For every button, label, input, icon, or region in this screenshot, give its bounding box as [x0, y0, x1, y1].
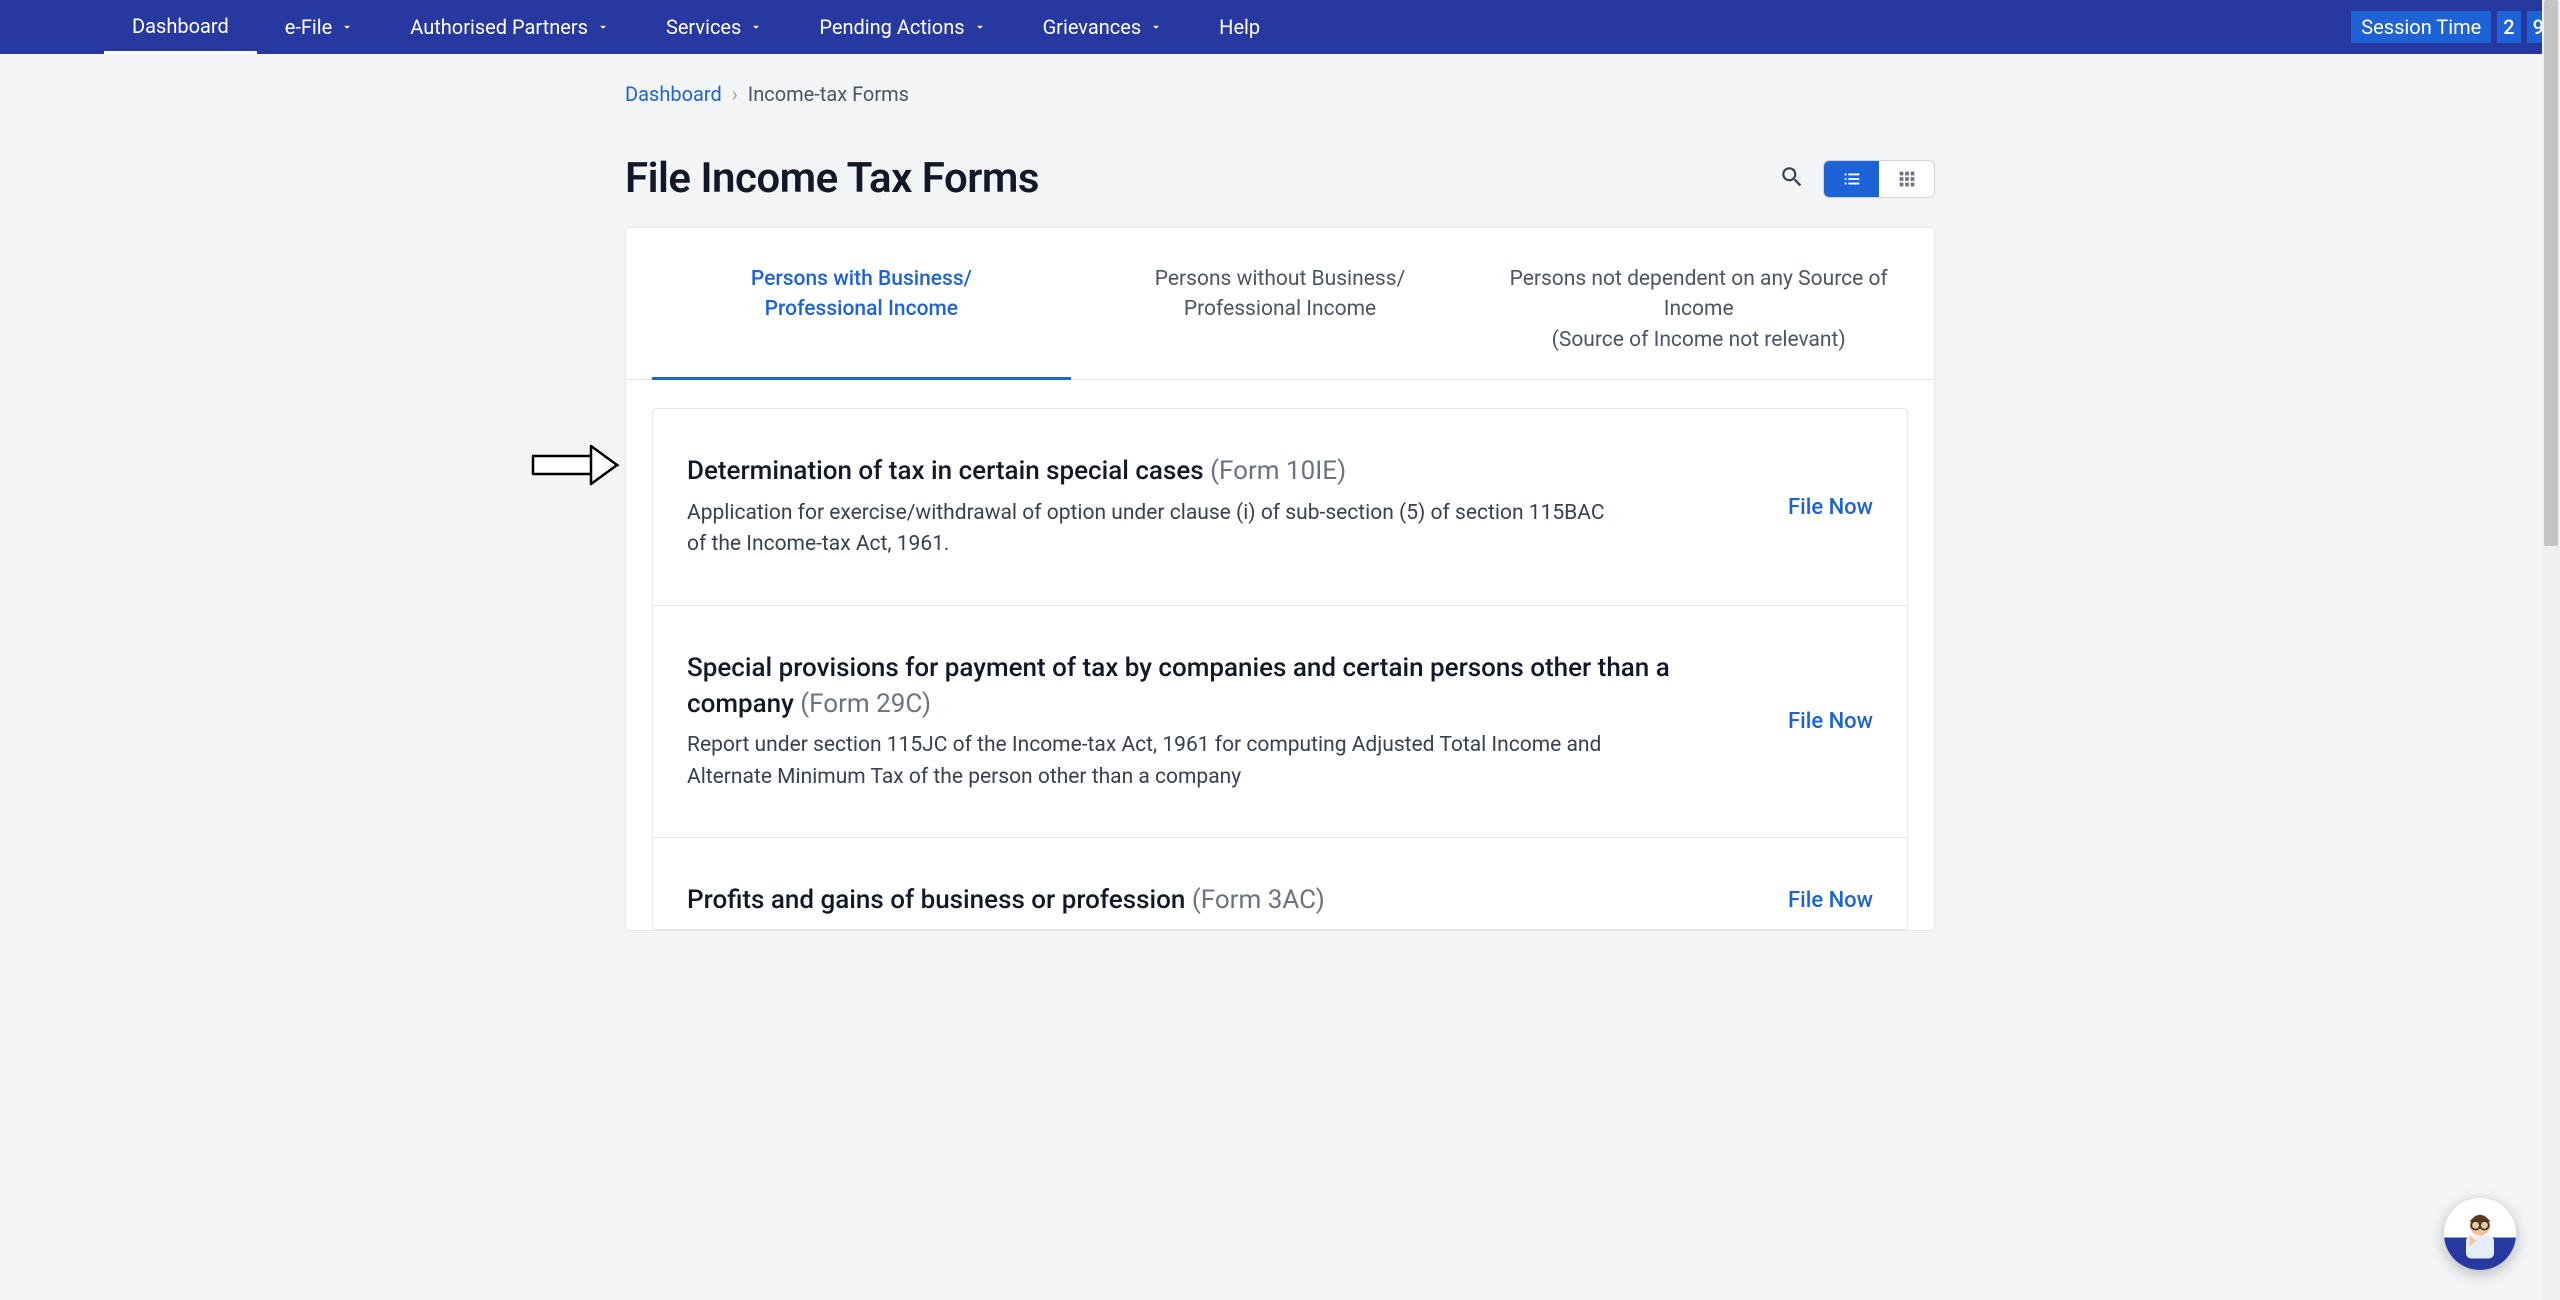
list-view-button[interactable]	[1824, 161, 1879, 197]
file-now-button[interactable]: File Now	[1788, 888, 1873, 913]
nav-label: Pending Actions	[819, 15, 964, 39]
form-row: Profits and gains of business or profess…	[653, 838, 1907, 928]
breadcrumb-sep-icon: ›	[732, 82, 738, 106]
tab-line2: Professional Income	[1184, 297, 1376, 321]
tab-line1: Persons with Business/	[751, 267, 972, 291]
chevron-down-icon	[596, 20, 610, 34]
top-nav: Dashboard e-File Authorised Partners Ser…	[0, 0, 2560, 54]
tab-line2: (Source of Income not relevant)	[1552, 328, 1846, 352]
tab-business-income[interactable]: Persons with Business/Professional Incom…	[652, 228, 1071, 379]
tab-line1: Persons without Business/	[1155, 267, 1405, 291]
nav-label: e-File	[285, 15, 333, 39]
tab-no-business-income[interactable]: Persons without Business/Professional In…	[1071, 228, 1490, 379]
chevron-down-icon	[973, 20, 987, 34]
nav-authorised-partners[interactable]: Authorised Partners	[382, 0, 638, 54]
file-now-button[interactable]: File Now	[1788, 495, 1873, 520]
chevron-down-icon	[340, 20, 354, 34]
session-label: Session Time	[2351, 11, 2491, 43]
nav-pending-actions[interactable]: Pending Actions	[791, 0, 1014, 54]
chevron-down-icon	[749, 20, 763, 34]
session-timer: Session Time 2 9	[2351, 11, 2560, 43]
form-description: Report under section 115JC of the Income…	[687, 730, 1627, 793]
chevron-down-icon	[1149, 20, 1163, 34]
form-number: (Form 29C)	[800, 689, 931, 719]
tab-line1: Persons not dependent on any Source of I…	[1510, 267, 1888, 321]
form-description: Application for exercise/withdrawal of o…	[687, 498, 1627, 561]
nav-dashboard[interactable]: Dashboard	[104, 0, 257, 54]
file-now-button[interactable]: File Now	[1788, 709, 1873, 734]
nav-label: Grievances	[1043, 15, 1142, 39]
breadcrumb-root-link[interactable]: Dashboard	[625, 82, 722, 106]
search-icon[interactable]	[1779, 164, 1805, 194]
category-tabs: Persons with Business/Professional Incom…	[626, 228, 1934, 380]
arrow-annotation-icon	[531, 442, 619, 492]
page-title: File Income Tax Forms	[625, 154, 1039, 203]
nav-help[interactable]: Help	[1191, 0, 1288, 54]
nav-label: Services	[666, 15, 741, 39]
form-row: Determination of tax in certain special …	[653, 409, 1907, 605]
nav-label: Dashboard	[132, 14, 229, 38]
breadcrumb: Dashboard › Income-tax Forms	[625, 54, 1935, 106]
chatbot-button[interactable]	[2444, 1198, 2516, 1270]
view-toggle	[1823, 160, 1935, 198]
breadcrumb-current: Income-tax Forms	[748, 82, 909, 106]
nav-label: Authorised Partners	[410, 15, 588, 39]
form-title: Determination of tax in certain special …	[687, 453, 1627, 489]
nav-services[interactable]: Services	[638, 0, 791, 54]
nav-grievances[interactable]: Grievances	[1015, 0, 1192, 54]
form-list: Determination of tax in certain special …	[626, 408, 1934, 930]
nav-efile[interactable]: e-File	[257, 0, 383, 54]
form-title: Special provisions for payment of tax by…	[687, 650, 1748, 723]
form-number: (Form 10IE)	[1210, 456, 1346, 486]
session-minute-tens: 2	[2497, 11, 2520, 43]
forms-panel: Persons with Business/Professional Incom…	[625, 227, 1935, 931]
title-tools	[1779, 160, 1935, 198]
scrollbar-thumb[interactable]	[2544, 0, 2558, 546]
form-title: Profits and gains of business or profess…	[687, 882, 1325, 918]
form-row: Special provisions for payment of tax by…	[653, 606, 1907, 839]
grid-view-button[interactable]	[1879, 161, 1934, 197]
tab-line2: Professional Income	[765, 297, 958, 321]
form-title-text: Profits and gains of business or profess…	[687, 885, 1185, 915]
form-number: (Form 3AC)	[1192, 885, 1325, 915]
scrollbar[interactable]	[2542, 0, 2560, 1300]
tab-no-source-income[interactable]: Persons not dependent on any Source of I…	[1489, 228, 1908, 379]
nav-label: Help	[1219, 15, 1260, 39]
form-title-text: Determination of tax in certain special …	[687, 456, 1204, 486]
